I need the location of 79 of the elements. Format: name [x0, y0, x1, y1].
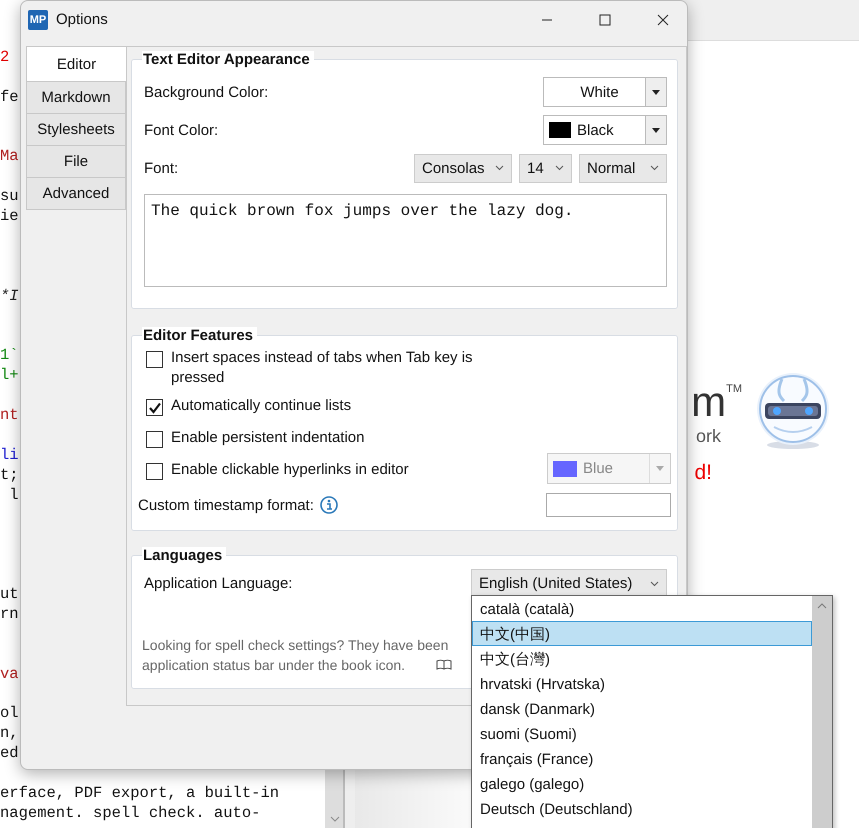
caret-icon — [555, 165, 564, 171]
field-label: Background Color: — [144, 84, 268, 100]
list-item[interactable]: Deutsch (Deutschland) — [472, 796, 812, 821]
checkbox[interactable] — [146, 431, 163, 448]
scroll-down-icon[interactable] — [330, 816, 340, 822]
checkbox-label[interactable]: Enable persistent indentation — [171, 428, 364, 448]
list-item[interactable]: suomi (Suomi) — [472, 721, 812, 746]
list-item[interactable]: galego (galego) — [472, 771, 812, 796]
maximize-icon[interactable] — [599, 14, 611, 26]
app-logo: MP — [28, 10, 48, 30]
code-line: nt — [0, 406, 19, 424]
tab[interactable]: Stylesheets — [26, 113, 126, 146]
checkbox[interactable] — [146, 463, 163, 480]
code-line: l+ — [0, 366, 19, 384]
caret-icon — [495, 165, 504, 171]
window-title: Options — [56, 11, 108, 28]
checkbox-label[interactable]: Enable clickable hyperlinks in editor — [171, 460, 409, 480]
checkbox-label[interactable]: Insert spaces instead of tabs when Tab key is pressed — [171, 348, 511, 388]
code-line: va — [0, 664, 19, 683]
close-icon[interactable] — [657, 14, 669, 26]
trademark-mark: TM — [726, 383, 742, 395]
logo-text: m — [691, 379, 726, 425]
code-line: erface, PDF export, a built-in — [0, 784, 280, 802]
list-item[interactable]: hrvatski (Hrvatska) — [472, 671, 812, 696]
field-label: Font: — [144, 160, 178, 176]
input-field[interactable] — [546, 493, 671, 517]
list-item[interactable]: català (català) — [472, 596, 812, 621]
code-line: Ma — [0, 147, 19, 166]
code-line: fe — [0, 88, 19, 106]
color-dropdown[interactable]: Black — [543, 115, 667, 145]
tagline: ork — [696, 425, 721, 447]
size-dropdown[interactable]: 14 — [519, 154, 572, 182]
group-title: Text Editor Appearance — [142, 51, 314, 69]
caret-icon — [652, 128, 660, 132]
caret-icon — [656, 466, 664, 471]
group-title: Languages — [142, 547, 226, 565]
tab[interactable]: Markdown — [26, 81, 126, 114]
font-preview-box[interactable]: The quick brown fox jumps over the lazy dog. — [144, 194, 667, 287]
code-line: t; — [0, 466, 19, 484]
list-item[interactable]: 中文(中国) — [472, 621, 812, 646]
list-item[interactable]: 中文(台灣) — [472, 646, 812, 671]
list-item[interactable]: français (France) — [472, 746, 812, 771]
code-line: li — [0, 446, 19, 464]
style-dropdown[interactable]: Normal — [579, 154, 667, 182]
checkbox[interactable] — [146, 399, 163, 416]
code-line: 2 — [0, 48, 10, 66]
code-line: ol — [0, 704, 19, 722]
hint-text: Looking for spell check settings? They have been — [142, 636, 448, 655]
color-dropdown[interactable]: White — [543, 77, 667, 107]
hint-text: application status bar under the book icon. — [142, 656, 406, 675]
tab[interactable]: Advanced — [26, 177, 126, 210]
code-line: ut — [0, 585, 19, 604]
book-icon — [436, 659, 452, 670]
scrollbar[interactable] — [812, 596, 832, 828]
tab[interactable]: File — [26, 145, 126, 178]
code-line: ed — [0, 744, 19, 762]
caret-icon — [650, 580, 659, 586]
checkbox-label[interactable]: Automatically continue lists — [171, 396, 352, 416]
tab[interactable]: Editor — [26, 46, 126, 82]
notice-text: d! — [694, 461, 712, 485]
info-icon[interactable] — [320, 496, 338, 514]
list-item[interactable]: dansk (Danmark) — [472, 696, 812, 721]
code-line: *I — [0, 286, 19, 305]
checkbox[interactable] — [146, 351, 163, 368]
code-line: n, — [0, 724, 19, 742]
font-dropdown[interactable]: Consolas — [414, 154, 512, 182]
code-line: l — [8, 486, 19, 504]
field-label: Custom timestamp format: — [138, 496, 314, 514]
language-dropdown[interactable]: English (United States) — [471, 569, 667, 598]
field-label: Application Language: — [144, 575, 292, 592]
code-line: nagement. spell check. auto- — [0, 804, 260, 822]
field-label: Font Color: — [144, 122, 218, 138]
code-line: 1` — [0, 346, 19, 364]
scroll-up-icon[interactable] — [817, 603, 827, 609]
caret-icon — [650, 165, 659, 171]
code-line: rn — [0, 604, 19, 623]
code-line: su — [0, 187, 19, 206]
code-line: ie — [0, 207, 19, 226]
caret-icon — [652, 90, 660, 94]
